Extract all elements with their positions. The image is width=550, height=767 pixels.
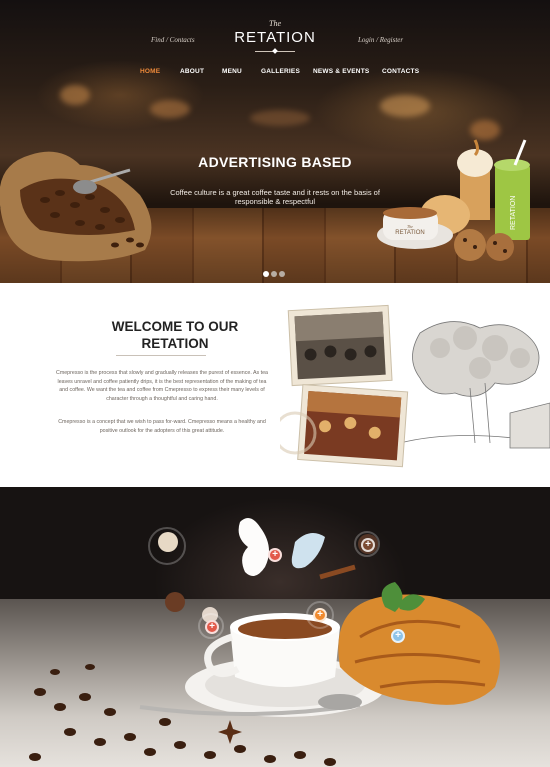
main-nav: HOME ABOUT MENU GALLERIES NEWS & EVENTS … bbox=[0, 68, 550, 78]
hotspot-plus-button[interactable]: + bbox=[205, 620, 219, 634]
coffee-scene-image bbox=[29, 518, 500, 766]
nav-home[interactable]: HOME bbox=[140, 68, 160, 75]
slider-dots bbox=[263, 264, 287, 282]
drink-brand-label: RETATION bbox=[510, 196, 517, 230]
bokeh-light bbox=[60, 85, 90, 105]
hotspot-plus-button[interactable]: + bbox=[391, 629, 405, 643]
login-register-link[interactable]: Login / Register bbox=[358, 36, 403, 44]
top-bar: Find / Contacts The RETATION Login / Reg… bbox=[0, 0, 550, 60]
welcome-paragraph-1: Cmepresso is the process that slowly and… bbox=[56, 370, 268, 402]
bokeh-light bbox=[380, 95, 430, 117]
slider-dot[interactable] bbox=[279, 271, 285, 277]
cup-brand-small: The bbox=[407, 224, 413, 229]
nav-galleries[interactable]: GALLERIES bbox=[261, 68, 300, 75]
hero-title: ADVERTISING BASED bbox=[198, 154, 352, 170]
hero-section: RETATION The RETATION Find / Contacts Th… bbox=[0, 0, 550, 283]
nav-contacts[interactable]: CONTACTS bbox=[382, 68, 419, 75]
coffee-showcase-section: + + + + + bbox=[0, 487, 550, 767]
brand-divider-dot bbox=[272, 48, 278, 54]
cup-brand-label: RETATION bbox=[395, 230, 424, 236]
nav-menu[interactable]: MENU bbox=[222, 68, 242, 75]
welcome-paragraph-2: Cmepresso is a concept that we wish to p… bbox=[58, 419, 266, 434]
brand-the: The bbox=[269, 19, 281, 28]
vintage-photos-image bbox=[280, 304, 550, 468]
bokeh-light bbox=[150, 100, 190, 118]
nav-news-events[interactable]: NEWS & EVENTS bbox=[313, 68, 369, 75]
welcome-section: WELCOME TO OUR RETATION Cmepresso is the… bbox=[0, 283, 550, 487]
welcome-divider bbox=[116, 355, 206, 356]
hotspot-ring bbox=[148, 527, 186, 565]
slider-dot[interactable] bbox=[271, 271, 277, 277]
welcome-title-line1: WELCOME TO OUR bbox=[111, 319, 239, 334]
hero-subtitle: Coffee culture is a great coffee taste a… bbox=[170, 188, 380, 206]
hotspot-plus-button[interactable]: + bbox=[361, 538, 375, 552]
slider-dot[interactable] bbox=[263, 271, 269, 277]
nav-about[interactable]: ABOUT bbox=[180, 68, 204, 75]
brand-logo[interactable]: RETATION bbox=[0, 29, 550, 46]
welcome-title-line2: RETATION bbox=[141, 336, 209, 351]
welcome-title: WELCOME TO OUR RETATION bbox=[75, 318, 275, 352]
bokeh-light bbox=[250, 110, 310, 126]
hotspot-plus-button[interactable]: + bbox=[268, 548, 282, 562]
hotspot-plus-button[interactable]: + bbox=[313, 608, 327, 622]
